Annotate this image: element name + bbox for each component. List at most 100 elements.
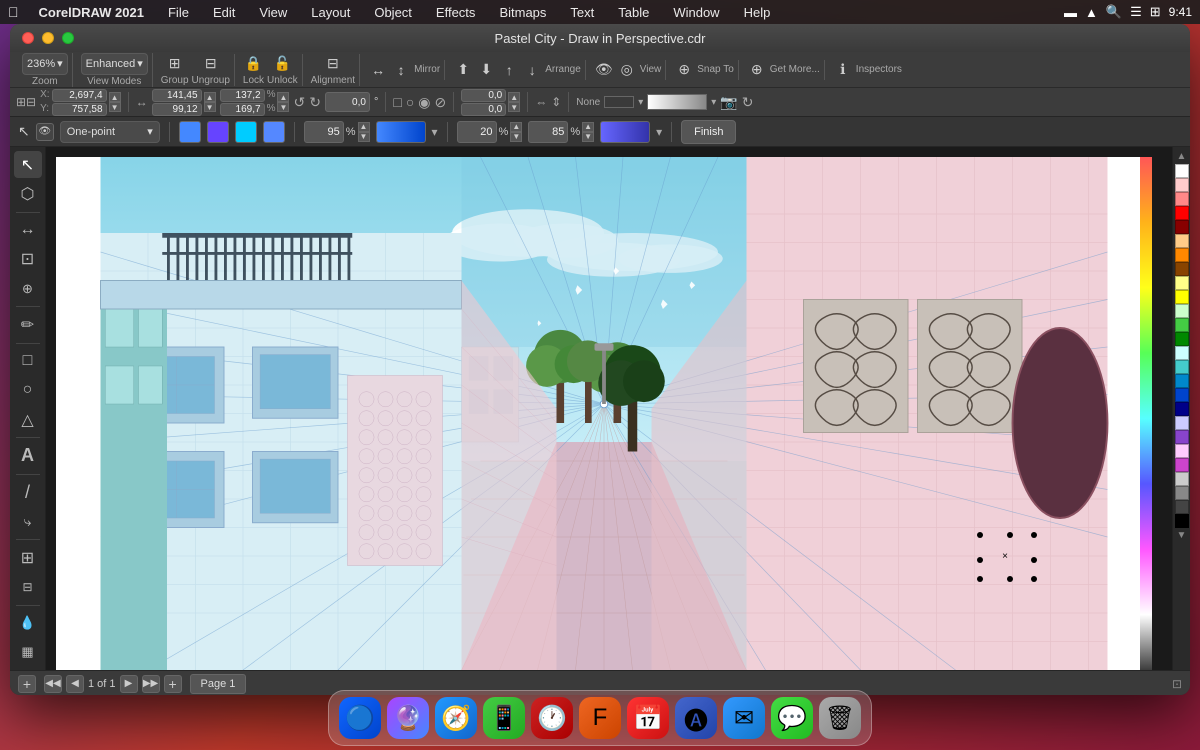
line-tool-btn[interactable]: / — [14, 479, 42, 506]
palette-scroll-up[interactable]: ▲ — [1175, 149, 1189, 164]
palette-magenta[interactable] — [1175, 458, 1189, 472]
image-refresh-icon[interactable]: ↻ — [742, 94, 754, 111]
palette-brown[interactable] — [1175, 262, 1189, 276]
ellipse-tool-btn[interactable]: ○ — [14, 377, 42, 404]
scale-y-input[interactable] — [220, 103, 265, 116]
menu-edit[interactable]: Edit — [209, 3, 239, 22]
lock-icon[interactable]: 🔒 — [243, 54, 263, 74]
finish-button[interactable]: Finish — [681, 120, 736, 144]
getmore-icon[interactable]: ⊕ — [747, 60, 767, 80]
close-button[interactable] — [22, 32, 34, 44]
palette-dark-gray[interactable] — [1175, 500, 1189, 514]
palette-peach[interactable] — [1175, 234, 1189, 248]
mirror-v-icon[interactable]: ↕ — [391, 60, 411, 80]
clock-icon[interactable]: 🕐 — [531, 697, 573, 739]
perspective-color-bar1[interactable] — [376, 121, 426, 143]
grid-lines-down-btn[interactable]: ▼ — [510, 132, 522, 142]
shape-poly-icon[interactable]: ⊘ — [435, 94, 447, 111]
grid-tool-btn[interactable]: ⊟ — [14, 573, 42, 600]
rectangle-tool-btn[interactable]: □ — [14, 348, 42, 375]
opacity-down-btn[interactable]: ▼ — [358, 132, 370, 142]
menu-text[interactable]: Text — [566, 3, 598, 22]
pick-tool-btn[interactable]: ↖ — [14, 151, 42, 178]
menu-bitmaps[interactable]: Bitmaps — [495, 3, 550, 22]
palette-cyan[interactable] — [1175, 360, 1189, 374]
opacity2-up-btn[interactable]: ▲ — [582, 122, 594, 132]
scale-down-button[interactable]: ▼ — [277, 102, 289, 112]
palette-white[interactable] — [1175, 164, 1189, 178]
crop-tool-btn[interactable]: ⊡ — [14, 246, 42, 273]
palette-green[interactable] — [1175, 318, 1189, 332]
add-page-end-button[interactable]: + — [164, 675, 182, 693]
menu-window[interactable]: Window — [669, 3, 723, 22]
node-tool-btn[interactable]: ⬡ — [14, 180, 42, 207]
finder-icon[interactable]: 🔵 — [339, 697, 381, 739]
stroke-dropdown-arrow[interactable]: ▾ — [711, 97, 716, 108]
last-page-button[interactable]: ▶▶ — [142, 675, 160, 693]
opacity-up-btn[interactable]: ▲ — [358, 122, 370, 132]
palette-dark-red[interactable] — [1175, 220, 1189, 234]
skew-y-input[interactable] — [461, 103, 506, 116]
connector-tool-btn[interactable]: ⤷ — [14, 508, 42, 535]
palette-light-yellow[interactable] — [1175, 276, 1189, 290]
wh-down-button[interactable]: ▼ — [204, 102, 216, 112]
first-page-button[interactable]: ◀◀ — [44, 675, 62, 693]
snap-icon[interactable]: ⊕ — [674, 60, 694, 80]
palette-black[interactable] — [1175, 514, 1189, 528]
safari-icon[interactable]: 🧭 — [435, 697, 477, 739]
skew-x-input[interactable] — [461, 89, 506, 102]
opacity2-input[interactable] — [528, 121, 568, 143]
zoom-tool-btn[interactable]: ⊕ — [14, 275, 42, 302]
menu-coreldraw[interactable]: CorelDRAW 2021 — [35, 3, 148, 22]
persp-eye-icon[interactable]: 👁 — [36, 123, 54, 141]
y-input[interactable] — [52, 103, 107, 116]
palette-lavender[interactable] — [1175, 416, 1189, 430]
angle-input[interactable] — [325, 92, 370, 112]
persp-pointer-icon[interactable]: ↖ — [18, 123, 30, 140]
view-modes-dropdown[interactable]: Enhanced ▾ — [81, 53, 148, 75]
transform-tool-btn[interactable]: ↔ — [14, 217, 42, 244]
palette-orange[interactable] — [1175, 248, 1189, 262]
menu-file[interactable]: File — [164, 3, 193, 22]
palette-yellow[interactable] — [1175, 290, 1189, 304]
mail-icon[interactable]: ✉ — [723, 697, 765, 739]
palette-light-pink[interactable] — [1175, 178, 1189, 192]
xy-up-button[interactable]: ▲ — [109, 92, 121, 102]
perspective-color3-btn[interactable] — [235, 121, 257, 143]
palette-light-green[interactable] — [1175, 304, 1189, 318]
palette-red[interactable] — [1175, 206, 1189, 220]
eyedropper-tool-btn[interactable]: 💧 — [14, 610, 42, 637]
mirror-h-icon[interactable]: ↔ — [368, 60, 388, 80]
perspective-color-bar2[interactable] — [600, 121, 650, 143]
shape-oval-icon[interactable]: ◉ — [418, 94, 430, 111]
prev-page-button[interactable]: ◀ — [66, 675, 84, 693]
polygon-tool-btn[interactable]: △ — [14, 406, 42, 433]
skew-down-button[interactable]: ▼ — [508, 102, 520, 112]
arrange-forward-icon[interactable]: ↑ — [499, 60, 519, 80]
fantastical-icon[interactable]: 📅 — [627, 697, 669, 739]
text-tool-btn[interactable]: A — [14, 442, 42, 469]
perspective-mode-dropdown[interactable]: One-point ▾ — [60, 121, 160, 143]
arrange-front-icon[interactable]: ⬆ — [453, 60, 473, 80]
grid-lines-up-btn[interactable]: ▲ — [510, 122, 522, 132]
zoom-fit-icon[interactable]: ⊡ — [1172, 677, 1182, 691]
appstore-icon[interactable]: 🅐 — [675, 697, 717, 739]
palette-light-blue[interactable] — [1175, 374, 1189, 388]
opacity-input[interactable] — [304, 121, 344, 143]
scale-x-input[interactable] — [220, 89, 265, 102]
menu-effects[interactable]: Effects — [432, 3, 480, 22]
shape-square-icon[interactable]: □ — [393, 94, 401, 110]
unlock-icon[interactable]: 🔓 — [272, 54, 292, 74]
fill-dropdown-arrow[interactable]: ▾ — [638, 97, 643, 108]
menu-table[interactable]: Table — [614, 3, 653, 22]
height-input[interactable] — [152, 103, 202, 116]
menu-view[interactable]: View — [255, 3, 291, 22]
palette-dark-green[interactable] — [1175, 332, 1189, 346]
arrange-back-icon[interactable]: ⬇ — [476, 60, 496, 80]
trash-icon[interactable]: 🗑 — [819, 697, 861, 739]
phone-icon[interactable]: 📱 — [483, 697, 525, 739]
fill-selector[interactable]: None ▾ — [576, 96, 643, 108]
perspective-color4-btn[interactable] — [263, 121, 285, 143]
image-options-icon[interactable]: 📷 — [720, 94, 737, 111]
ungroup-icon[interactable]: ⊟ — [201, 54, 221, 74]
